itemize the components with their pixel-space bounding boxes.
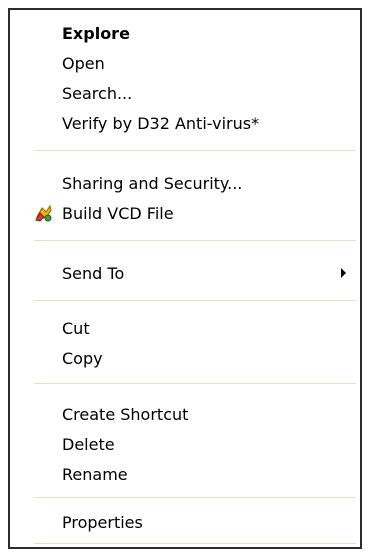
menu-item-label: Sharing and Security... [62, 173, 243, 193]
menu-item-copy[interactable]: Copy [10, 343, 360, 373]
menu-item-sharing-security[interactable]: Sharing and Security... [10, 168, 360, 198]
menu-item-label: Verify by D32 Anti-virus* [62, 113, 260, 133]
menu-item-rename[interactable]: Rename [10, 459, 360, 489]
menu-separator [34, 300, 356, 301]
menu-separator [34, 240, 356, 241]
menu-item-properties[interactable]: Properties [10, 507, 360, 537]
menu-item-send-to[interactable]: Send To [10, 258, 360, 288]
vcd-build-icon [35, 204, 52, 222]
menu-item-open[interactable]: Open [10, 48, 360, 78]
menu-item-label: Explore [62, 23, 130, 43]
menu-item-label: Open [62, 53, 105, 73]
menu-item-search[interactable]: Search... [10, 78, 360, 108]
menu-separator [34, 383, 356, 384]
menu-item-cut[interactable]: Cut [10, 313, 360, 343]
menu-separator [34, 543, 356, 544]
menu-item-explore[interactable]: Explore [10, 18, 360, 48]
menu-item-delete[interactable]: Delete [10, 429, 360, 459]
menu-item-label: Send To [62, 263, 125, 283]
menu-separator [34, 150, 356, 151]
menu-item-create-shortcut[interactable]: Create Shortcut [10, 399, 360, 429]
menu-item-label: Delete [62, 434, 115, 454]
menu-item-verify-d32[interactable]: Verify by D32 Anti-virus* [10, 108, 360, 138]
menu-item-build-vcd[interactable]: Build VCD File [10, 198, 360, 228]
menu-item-label: Search... [62, 83, 133, 103]
menu-item-label: Copy [62, 348, 103, 368]
menu-item-label: Build VCD File [62, 203, 174, 223]
context-menu: Explore Open Search... Verify by D32 Ant… [8, 8, 362, 549]
submenu-arrow-icon [341, 268, 346, 278]
menu-item-label: Cut [62, 318, 90, 338]
menu-item-label: Rename [62, 464, 128, 484]
menu-item-label: Create Shortcut [62, 404, 189, 424]
menu-item-label: Properties [62, 512, 143, 532]
menu-separator [34, 497, 356, 498]
